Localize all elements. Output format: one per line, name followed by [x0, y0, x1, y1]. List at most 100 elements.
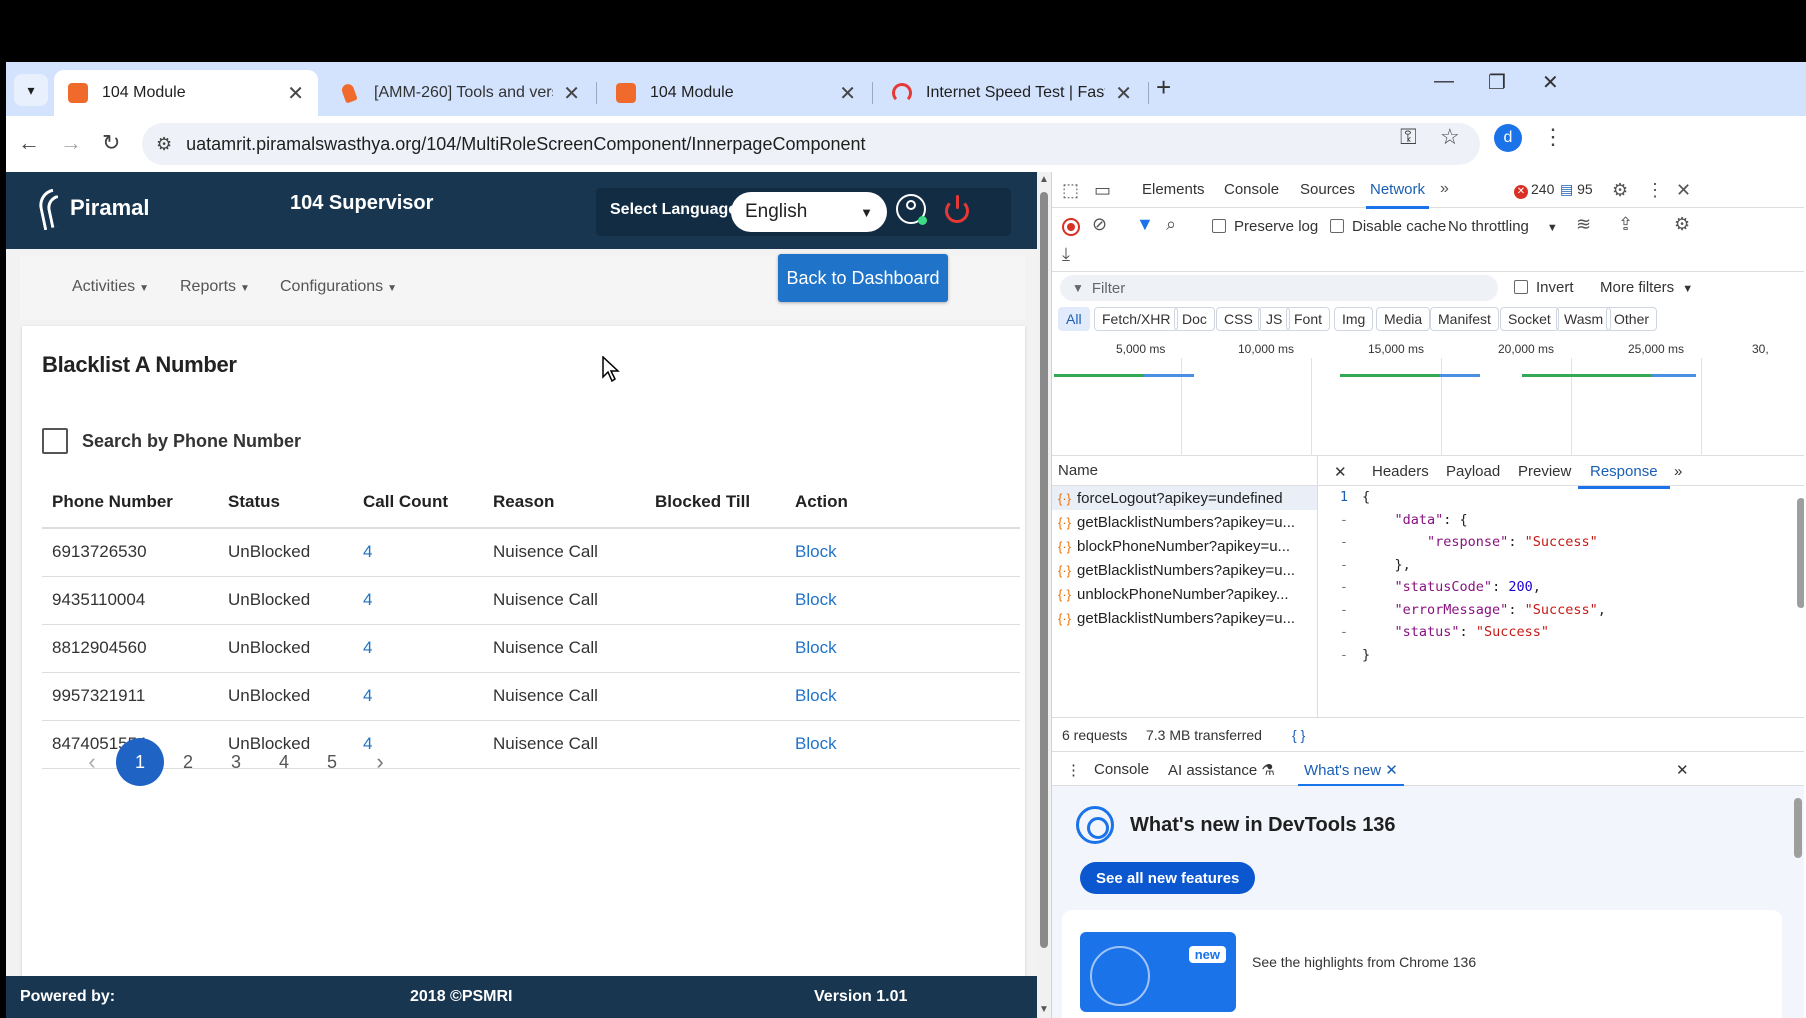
name-column-header[interactable]: Name [1052, 456, 1317, 486]
bookmark-star-icon[interactable]: ☆ [1440, 124, 1460, 150]
block-link[interactable]: Block [785, 576, 1020, 625]
more-filters-dropdown[interactable]: More filters ▼ [1600, 279, 1693, 296]
forward-arrow-icon[interactable]: → [60, 130, 82, 156]
browser-menu-icon[interactable]: ⋮ [1542, 124, 1564, 150]
logout-power-icon[interactable] [942, 194, 974, 226]
page-3-button[interactable]: 3 [212, 738, 260, 786]
record-icon[interactable] [1062, 218, 1080, 236]
tab-search-button[interactable]: ▾ [14, 74, 48, 106]
devtools-close-icon[interactable]: ✕ [1676, 180, 1691, 201]
throttling-select[interactable]: No throttling ▼ [1448, 218, 1558, 235]
preserve-log-checkbox[interactable]: Preserve log [1212, 218, 1318, 235]
type-img[interactable]: Img [1334, 307, 1374, 331]
block-link[interactable]: Block [785, 624, 1020, 673]
inspect-element-icon[interactable]: ⬚ [1062, 180, 1079, 201]
type-fetch-xhr[interactable]: Fetch/XHR [1094, 307, 1179, 331]
call-count-link[interactable]: 4 [353, 672, 483, 721]
close-detail-icon[interactable]: ✕ [1334, 463, 1347, 481]
see-all-new-features-button[interactable]: See all new features [1080, 862, 1256, 894]
highlight-card[interactable]: new See the highlights from Chrome 136 [1062, 910, 1782, 1018]
export-har-icon[interactable]: ⇪ [1618, 214, 1633, 235]
restore-icon[interactable]: ❐ [1488, 70, 1506, 95]
search-icon[interactable]: ⌕ [1166, 214, 1176, 235]
close-tab-icon[interactable]: ✕ [563, 81, 580, 106]
clear-icon[interactable]: ⊘ [1092, 214, 1107, 235]
block-link[interactable]: Block [785, 528, 1020, 577]
drawer-tab-console[interactable]: Console [1094, 761, 1149, 778]
block-link[interactable]: Block [785, 672, 1020, 721]
tab-amm-260[interactable]: [AMM-260] Tools and version u ✕ [326, 70, 594, 116]
type-doc[interactable]: Doc [1174, 307, 1215, 331]
tab-104-module[interactable]: 104 Module ✕ [602, 70, 870, 116]
type-manifest[interactable]: Manifest [1430, 307, 1499, 331]
devtools-tab-console[interactable]: Console [1224, 181, 1279, 198]
type-css[interactable]: CSS [1216, 307, 1261, 331]
invert-checkbox[interactable]: Invert [1514, 279, 1574, 296]
drawer-tab-ai-assistance[interactable]: AI assistance ⚗ [1168, 761, 1275, 779]
menu-activities[interactable]: Activities ▼ [72, 278, 149, 296]
close-tab-icon[interactable]: ✕ [1115, 81, 1132, 106]
devtools-tab-network[interactable]: Network [1365, 181, 1430, 209]
back-to-dashboard-button[interactable]: Back to Dashboard [778, 254, 948, 302]
page-4-button[interactable]: 4 [260, 738, 308, 786]
request-item[interactable]: {·} getBlacklistNumbers?apikey=u... [1052, 558, 1317, 582]
close-tab-icon[interactable]: ✕ [839, 81, 856, 106]
close-window-icon[interactable]: ✕ [1542, 70, 1559, 95]
tab-preview[interactable]: Preview [1518, 463, 1571, 480]
tab-104-module-active[interactable]: 104 Module ✕ [54, 70, 318, 116]
close-tab-icon[interactable]: ✕ [287, 81, 304, 106]
reload-icon[interactable]: ↻ [102, 130, 120, 156]
pretty-print-icon[interactable]: { } [1292, 727, 1305, 743]
devtools-settings-icon[interactable]: ⚙ [1612, 180, 1628, 201]
type-socket[interactable]: Socket [1500, 307, 1559, 331]
drawer-tab-whats-new[interactable]: What's new ✕ [1298, 761, 1404, 787]
search-by-phone-checkbox[interactable] [42, 428, 68, 454]
page-5-button[interactable]: 5 [308, 738, 356, 786]
filter-input[interactable]: ▼ Filter [1060, 275, 1498, 301]
tab-payload[interactable]: Payload [1446, 463, 1500, 480]
filter-funnel-icon[interactable]: ▼ [1136, 214, 1154, 235]
error-count-badge[interactable]: ✕ 240 [1514, 181, 1554, 199]
drawer-scrollbar[interactable] [1794, 798, 1802, 858]
drawer-menu-icon[interactable]: ⋮ [1066, 761, 1081, 779]
tab-response[interactable]: Response [1578, 463, 1670, 489]
block-link[interactable]: Block [785, 720, 1020, 769]
devtools-tab-elements[interactable]: Elements [1142, 181, 1205, 198]
menu-reports[interactable]: Reports ▼ [180, 278, 250, 296]
next-page-icon[interactable]: › [356, 738, 404, 786]
request-item[interactable]: {·} blockPhoneNumber?apikey=u... [1052, 534, 1317, 558]
device-toolbar-icon[interactable]: ▭ [1094, 180, 1111, 201]
type-font[interactable]: Font [1286, 307, 1331, 331]
site-settings-icon[interactable]: ⚙ [156, 134, 172, 155]
language-select[interactable]: English ▼ [731, 192, 887, 232]
request-item[interactable]: {·} getBlacklistNumbers?apikey=u... [1052, 510, 1317, 534]
address-bar[interactable]: ⚙ uatamrit.piramalswasthya.org/104/Multi… [142, 123, 1480, 165]
back-arrow-icon[interactable]: ← [18, 130, 40, 156]
request-item[interactable]: {·} getBlacklistNumbers?apikey=u... [1052, 606, 1317, 630]
page-2-button[interactable]: 2 [164, 738, 212, 786]
profile-avatar[interactable]: d [1494, 124, 1522, 152]
tab-headers[interactable]: Headers [1372, 463, 1429, 480]
type-all[interactable]: All [1058, 307, 1090, 331]
request-item[interactable]: {·} forceLogout?apikey=undefined [1052, 486, 1317, 510]
page-1-button[interactable]: 1 [116, 738, 164, 786]
prev-page-icon[interactable]: ‹ [68, 738, 116, 786]
call-count-link[interactable]: 4 [353, 576, 483, 625]
request-item[interactable]: {·} unblockPhoneNumber?apikey... [1052, 582, 1317, 606]
call-count-link[interactable]: 4 [353, 528, 483, 577]
more-detail-tabs-icon[interactable]: » [1674, 463, 1682, 480]
message-count-badge[interactable]: ▤ 95 [1560, 181, 1593, 198]
tab-fast-com[interactable]: Internet Speed Test | Fast.com ✕ [878, 70, 1146, 116]
drawer-close-icon[interactable]: ✕ [1676, 761, 1689, 779]
more-tabs-icon[interactable]: » [1440, 180, 1449, 198]
password-key-icon[interactable]: ⚿ [1400, 124, 1417, 150]
new-tab-icon[interactable]: + [1156, 72, 1171, 103]
call-count-link[interactable]: 4 [353, 624, 483, 673]
response-scrollbar[interactable] [1797, 498, 1804, 608]
minimize-icon[interactable]: — [1434, 70, 1454, 93]
network-conditions-icon[interactable]: ≋ [1576, 214, 1591, 235]
menu-configurations[interactable]: Configurations ▼ [280, 278, 397, 296]
disable-cache-checkbox[interactable]: Disable cache [1330, 218, 1446, 235]
type-media[interactable]: Media [1376, 307, 1431, 331]
page-scrollbar[interactable]: ▲ ▼ [1037, 172, 1051, 1018]
